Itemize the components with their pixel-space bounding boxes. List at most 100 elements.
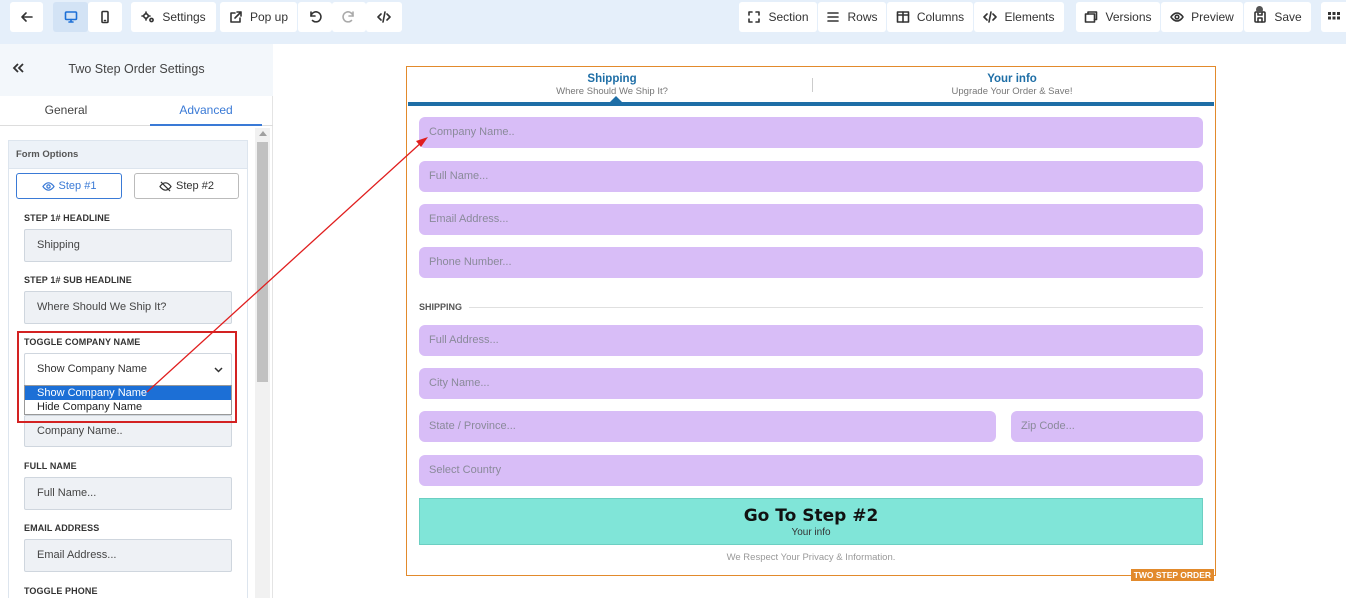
eye-slash-icon — [159, 180, 172, 192]
section-button[interactable]: Section — [739, 2, 817, 32]
toggle-company-dropdown: Show Company Name Hide Company Name — [24, 385, 232, 415]
phone-field[interactable]: Phone Number... — [419, 247, 1203, 278]
company-name-field[interactable]: Company Name.. — [419, 117, 1203, 148]
scroll-up-arrow-icon[interactable] — [259, 131, 267, 136]
columns-button[interactable]: Columns — [887, 2, 973, 32]
two-step-order-form[interactable]: Shipping Where Should We Ship It? Your i… — [406, 66, 1216, 581]
sidebar-header: Two Step Order Settings — [0, 44, 273, 96]
address-field[interactable]: Full Address... — [419, 325, 1203, 356]
step1-headline-input[interactable]: Shipping — [24, 229, 232, 262]
full-name-input[interactable]: Full Name... — [24, 477, 232, 510]
full-name-label: FULL NAME — [24, 461, 77, 471]
chevron-down-icon — [214, 367, 223, 373]
dropdown-option-show[interactable]: Show Company Name — [25, 386, 231, 400]
versions-label: Versions — [1105, 10, 1152, 24]
zip-field[interactable]: Zip Code... — [1011, 411, 1203, 442]
undo-icon — [310, 11, 322, 23]
undo-button[interactable] — [298, 2, 332, 32]
save-button[interactable]: Save — [1244, 2, 1311, 32]
step2-label: Step #2 — [176, 180, 214, 192]
columns-label: Columns — [916, 10, 965, 24]
dropdown-option-hide[interactable]: Hide Company Name — [25, 400, 231, 414]
code-button[interactable] — [366, 2, 402, 32]
section-icon — [748, 11, 761, 23]
settings-sidebar: Two Step Order Settings General Advanced… — [0, 44, 273, 598]
desktop-icon — [64, 11, 77, 23]
sidebar-tabs: General Advanced — [0, 96, 273, 126]
toggle-company-label: TOGGLE COMPANY NAME — [24, 337, 141, 347]
grid-icon — [1327, 12, 1340, 20]
go-button-subtitle: Your info — [791, 527, 831, 538]
arrow-left-icon — [20, 12, 33, 22]
step1-subheadline-input[interactable]: Where Should We Ship It? — [24, 291, 232, 324]
preview-button[interactable]: Preview — [1161, 2, 1243, 32]
step1-button[interactable]: Step #1 — [16, 173, 122, 199]
panel-title: Form Options — [9, 141, 247, 169]
country-select[interactable]: Select Country — [419, 455, 1203, 486]
step1-headline-label: STEP 1# HEADLINE — [24, 213, 110, 223]
apps-button[interactable] — [1321, 2, 1346, 32]
toggle-company-value: Show Company Name — [37, 363, 148, 375]
external-link-icon — [230, 11, 242, 23]
section-divider — [469, 307, 1203, 308]
app-window: Settings Pop up Section Rows Columns Ele… — [0, 0, 1346, 598]
full-name-field[interactable]: Full Name... — [419, 161, 1203, 192]
redo-icon — [342, 11, 354, 23]
versions-icon — [1085, 11, 1098, 23]
save-label: Save — [1274, 10, 1302, 24]
element-type-badge: TWO STEP ORDER — [1130, 569, 1214, 581]
rows-button[interactable]: Rows — [818, 2, 886, 32]
eye-icon — [1170, 12, 1184, 22]
mobile-icon — [101, 10, 109, 24]
privacy-text: We Respect Your Privacy & Information. — [726, 552, 896, 563]
preview-label: Preview — [1191, 10, 1234, 24]
form-tab-your-info[interactable]: Your info Upgrade Your Order & Save! — [907, 73, 1117, 97]
toggle-phone-label: TOGGLE PHONE — [24, 586, 98, 596]
email-field[interactable]: Email Address... — [419, 204, 1203, 235]
form-tab-info-subtitle: Upgrade Your Order & Save! — [951, 86, 1073, 97]
desktop-view-button[interactable] — [53, 2, 88, 32]
settings-button[interactable]: Settings — [131, 2, 216, 32]
versions-button[interactable]: Versions — [1076, 2, 1160, 32]
popup-button[interactable]: Pop up — [220, 2, 297, 32]
form-options-panel: Form Options Step #1 Step #2 STEP 1# HEA… — [8, 140, 248, 598]
top-toolbar: Settings Pop up Section Rows Columns Ele… — [0, 0, 1346, 44]
eye-icon — [41, 181, 55, 191]
back-button[interactable] — [10, 2, 43, 32]
elements-button[interactable]: Elements — [974, 2, 1064, 32]
step1-label: Step #1 — [58, 180, 97, 192]
rows-icon — [827, 12, 840, 22]
city-field[interactable]: City Name... — [419, 368, 1203, 399]
email-input[interactable]: Email Address... — [24, 539, 232, 572]
mobile-view-button[interactable] — [88, 2, 122, 32]
go-button-title: Go To Step #2 — [743, 506, 879, 526]
toggle-company-select[interactable]: Show Company Name — [24, 353, 232, 386]
sidebar-scrollbar[interactable] — [255, 128, 270, 598]
step1-subheadline-label: STEP 1# SUB HEADLINE — [24, 275, 132, 285]
settings-label: Settings — [162, 10, 206, 24]
email-label: EMAIL ADDRESS — [24, 523, 100, 533]
tab-general[interactable]: General — [0, 96, 132, 126]
columns-icon — [896, 11, 910, 23]
popup-label: Pop up — [249, 10, 289, 24]
company-name-input[interactable]: Company Name.. — [24, 415, 232, 447]
tab-advanced[interactable]: Advanced — [150, 96, 262, 126]
gears-icon — [141, 11, 155, 23]
form-tab-info-title: Your info — [987, 73, 1037, 85]
form-tab-shipping[interactable]: Shipping Where Should We Ship It? — [507, 73, 717, 97]
state-field[interactable]: State / Province... — [419, 411, 996, 442]
redo-button[interactable] — [332, 2, 366, 32]
go-to-step2-button[interactable]: Go To Step #2 Your info — [419, 498, 1203, 545]
rows-label: Rows — [847, 10, 878, 24]
tab-underline-bar — [408, 102, 1214, 106]
tab-divider — [812, 78, 813, 92]
code-icon — [377, 11, 391, 23]
step2-button[interactable]: Step #2 — [134, 173, 239, 199]
elements-label: Elements — [1004, 10, 1055, 24]
section-label: Section — [768, 10, 809, 24]
sidebar-title: Two Step Order Settings — [68, 62, 205, 76]
scrollbar-thumb[interactable] — [257, 142, 268, 382]
shipping-section-label: SHIPPING — [419, 302, 463, 312]
code-icon — [983, 11, 998, 23]
unsaved-indicator — [1256, 6, 1263, 13]
